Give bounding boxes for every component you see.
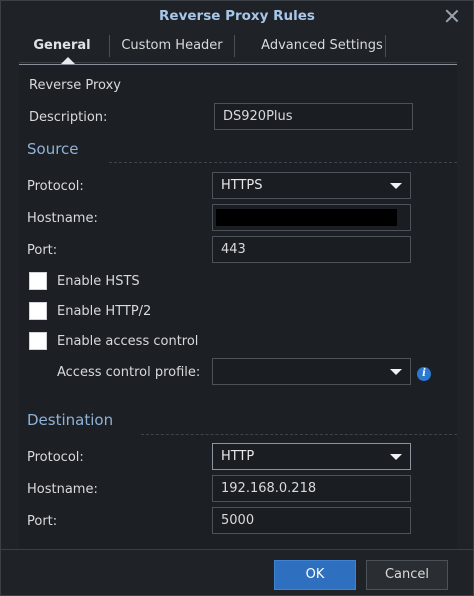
destination-protocol-value: HTTP: [221, 449, 255, 464]
active-tab-indicator: [61, 57, 75, 64]
source-hostname-field[interactable]: [212, 204, 411, 231]
destination-port-field[interactable]: [212, 507, 411, 534]
source-port-label: Port:: [27, 243, 58, 258]
tab-separator: [109, 35, 110, 57]
tab-separator: [385, 35, 386, 57]
chevron-down-icon: [390, 183, 402, 189]
footer-divider: [1, 549, 473, 550]
dialog-title: Reverse Proxy Rules: [159, 8, 315, 24]
general-panel: Reverse Proxy Description: Source Protoc…: [19, 65, 457, 549]
destination-protocol-label: Protocol:: [27, 450, 84, 465]
source-port-field[interactable]: [212, 236, 411, 263]
access-control-profile-label: Access control profile:: [57, 365, 201, 380]
chevron-down-icon: [390, 369, 402, 375]
tab-bar: General Custom Header Advanced Settings: [19, 33, 457, 63]
description-label: Description:: [29, 110, 108, 125]
redaction-block: [216, 209, 397, 226]
destination-protocol-select[interactable]: HTTP: [212, 443, 411, 470]
source-protocol-select[interactable]: HTTPS: [212, 172, 411, 199]
cancel-button[interactable]: Cancel: [366, 560, 448, 590]
source-protocol-value: HTTPS: [221, 178, 263, 193]
enable-hsts-checkbox[interactable]: [29, 272, 47, 290]
description-field[interactable]: [214, 103, 413, 130]
destination-port-label: Port:: [27, 514, 58, 529]
tab-advanced-settings[interactable]: Advanced Settings: [241, 33, 403, 60]
info-icon[interactable]: i: [417, 367, 431, 381]
destination-section-title: Destination: [27, 411, 114, 429]
tab-custom-header[interactable]: Custom Header: [113, 33, 231, 60]
reverse-proxy-heading: Reverse Proxy: [29, 78, 121, 93]
chevron-down-icon: [390, 454, 402, 460]
enable-hsts-label: Enable HSTS: [57, 274, 140, 289]
destination-hostname-label: Hostname:: [27, 482, 98, 497]
source-hostname-label: Hostname:: [27, 211, 98, 226]
source-protocol-label: Protocol:: [27, 179, 84, 194]
section-divider: [141, 434, 457, 435]
access-control-profile-select[interactable]: [212, 358, 411, 385]
title-bar: Reverse Proxy Rules: [1, 1, 473, 31]
destination-hostname-field[interactable]: [212, 475, 411, 502]
section-divider: [109, 162, 457, 163]
enable-http2-label: Enable HTTP/2: [57, 304, 152, 319]
tab-separator: [234, 35, 235, 57]
tab-general[interactable]: General: [23, 33, 101, 60]
enable-access-control-checkbox[interactable]: [29, 332, 47, 350]
reverse-proxy-dialog: Reverse Proxy Rules General Custom Heade…: [0, 0, 474, 596]
enable-access-control-label: Enable access control: [57, 334, 199, 349]
source-section-title: Source: [27, 140, 79, 158]
enable-http2-checkbox[interactable]: [29, 302, 47, 320]
ok-button[interactable]: OK: [274, 560, 356, 590]
close-icon[interactable]: [445, 9, 459, 23]
